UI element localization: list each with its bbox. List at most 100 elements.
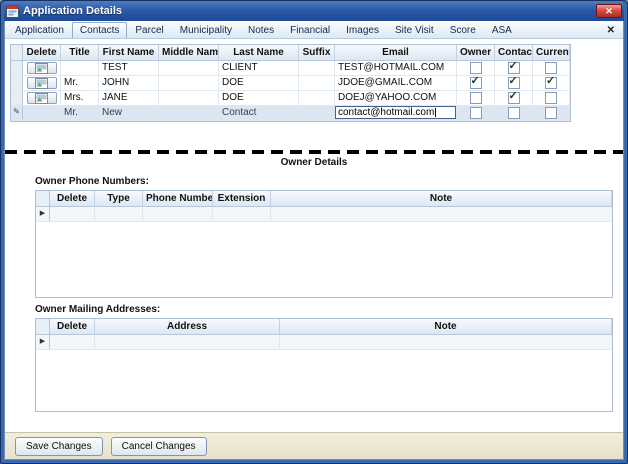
middle-name-cell[interactable]	[159, 91, 219, 105]
type-cell[interactable]	[95, 207, 143, 221]
column-header-address[interactable]: Address	[95, 319, 280, 334]
current-cell	[533, 106, 570, 120]
delete-row-button[interactable]	[26, 77, 57, 89]
extension-cell[interactable]	[213, 207, 271, 221]
last-name-cell[interactable]: CLIENT	[219, 61, 299, 75]
email-edit-input[interactable]: contact@hotmail.com	[335, 106, 456, 119]
column-header-contact[interactable]: Contact	[495, 45, 533, 60]
owner-cell	[457, 61, 495, 75]
address-grid-header: Delete Address Note	[36, 319, 612, 335]
column-header-current[interactable]: Current	[533, 45, 570, 60]
column-header-email[interactable]: Email	[335, 45, 457, 60]
row-header[interactable]	[11, 61, 23, 75]
current-checkbox[interactable]	[545, 76, 557, 89]
column-header-delete[interactable]: Delete	[50, 191, 95, 206]
tab-images[interactable]: Images	[338, 22, 387, 38]
tab-notes[interactable]: Notes	[240, 22, 282, 38]
column-header-note[interactable]: Note	[271, 191, 612, 206]
address-cell[interactable]	[95, 335, 280, 349]
contacts-grid: Delete Title First Name Middle Name Last…	[10, 44, 571, 122]
column-header-type[interactable]: Type	[95, 191, 143, 206]
column-header-first-name[interactable]: First Name	[99, 45, 159, 60]
owner-checkbox[interactable]	[469, 62, 482, 74]
delete-cell[interactable]	[50, 335, 95, 349]
tab-application[interactable]: Application	[7, 22, 72, 38]
current-checkbox[interactable]	[545, 62, 557, 74]
tab-municipality[interactable]: Municipality	[172, 22, 240, 38]
tab-financial[interactable]: Financial	[282, 22, 338, 38]
title-cell[interactable]	[61, 61, 99, 75]
suffix-cell[interactable]	[299, 76, 335, 90]
row-header-edit[interactable]: ✎	[11, 106, 23, 120]
owner-cell	[457, 91, 495, 105]
title-bar[interactable]: Application Details ✕	[4, 1, 624, 21]
email-cell[interactable]: TEST@HOTMAIL.COM	[335, 61, 457, 75]
current-cell	[533, 61, 570, 75]
last-name-cell[interactable]: DOE	[219, 76, 299, 90]
tab-score[interactable]: Score	[442, 22, 484, 38]
title-cell[interactable]: Mr.	[61, 76, 99, 90]
note-cell[interactable]	[280, 335, 612, 349]
owner-checkbox[interactable]	[469, 92, 482, 104]
new-row-header[interactable]: ▶	[36, 207, 50, 221]
middle-name-cell[interactable]	[159, 76, 219, 90]
column-header-last-name[interactable]: Last Name	[219, 45, 299, 60]
column-header-delete[interactable]: Delete	[50, 319, 95, 334]
phone-number-cell[interactable]	[143, 207, 213, 221]
delete-row-button[interactable]	[26, 62, 57, 74]
tab-contacts[interactable]: Contacts	[71, 22, 128, 38]
delete-row-button[interactable]	[26, 92, 57, 104]
owner-checkbox[interactable]	[469, 107, 482, 119]
delete-cell[interactable]	[23, 106, 61, 120]
tab-asa[interactable]: ASA	[484, 22, 520, 38]
column-header-extension[interactable]: Extension	[213, 191, 271, 206]
tabstrip-close-icon[interactable]: ✕	[603, 25, 619, 38]
email-cell[interactable]: DOEJ@YAHOO.COM	[335, 91, 457, 105]
first-name-cell[interactable]: JANE	[99, 91, 159, 105]
middle-name-cell[interactable]	[159, 106, 219, 120]
note-cell[interactable]	[271, 207, 612, 221]
middle-name-cell[interactable]	[159, 61, 219, 75]
title-cell[interactable]: Mr.	[61, 106, 99, 120]
suffix-cell[interactable]	[299, 106, 335, 120]
owner-cell	[457, 106, 495, 120]
row-header[interactable]	[11, 76, 23, 90]
new-row-arrow-icon: ▶	[39, 338, 46, 345]
suffix-cell[interactable]	[299, 91, 335, 105]
email-cell[interactable]: JDOE@GMAIL.COM	[335, 76, 457, 90]
contact-checkbox[interactable]	[507, 107, 520, 119]
new-row-header[interactable]: ▶	[36, 335, 50, 349]
column-header-suffix[interactable]: Suffix	[299, 45, 335, 60]
column-header-phone-number[interactable]: Phone Number	[143, 191, 213, 206]
owner-cell	[457, 76, 495, 90]
close-button[interactable]: ✕	[596, 4, 622, 18]
last-name-cell[interactable]: Contact	[219, 106, 299, 120]
column-header-owner[interactable]: Owner	[457, 45, 495, 60]
column-header-middle-name[interactable]: Middle Name	[159, 45, 219, 60]
first-name-cell[interactable]: New	[99, 106, 159, 120]
row-header[interactable]	[11, 91, 23, 105]
column-header-title[interactable]: Title	[61, 45, 99, 60]
suffix-cell[interactable]	[299, 61, 335, 75]
current-checkbox[interactable]	[545, 92, 557, 104]
column-header-delete[interactable]: Delete	[23, 45, 61, 60]
tab-parcel[interactable]: Parcel	[127, 22, 171, 38]
contact-cell	[495, 91, 533, 105]
contact-cell	[495, 106, 533, 120]
first-name-cell[interactable]: JOHN	[99, 76, 159, 90]
tab-site-visit[interactable]: Site Visit	[387, 22, 442, 38]
current-checkbox[interactable]	[545, 107, 557, 119]
phone-new-row: ▶	[36, 207, 612, 222]
contact-checkbox[interactable]	[507, 76, 520, 89]
window-controls: ✕	[596, 4, 622, 18]
column-header-note[interactable]: Note	[280, 319, 612, 334]
contact-checkbox[interactable]	[507, 91, 520, 104]
cancel-changes-button[interactable]: Cancel Changes	[110, 436, 207, 456]
owner-checkbox[interactable]	[469, 76, 482, 89]
last-name-cell[interactable]: DOE	[219, 91, 299, 105]
save-changes-button[interactable]: Save Changes	[15, 436, 103, 456]
title-cell[interactable]: Mrs.	[61, 91, 99, 105]
contact-checkbox[interactable]	[507, 61, 520, 74]
delete-cell[interactable]	[50, 207, 95, 221]
first-name-cell[interactable]: TEST	[99, 61, 159, 75]
